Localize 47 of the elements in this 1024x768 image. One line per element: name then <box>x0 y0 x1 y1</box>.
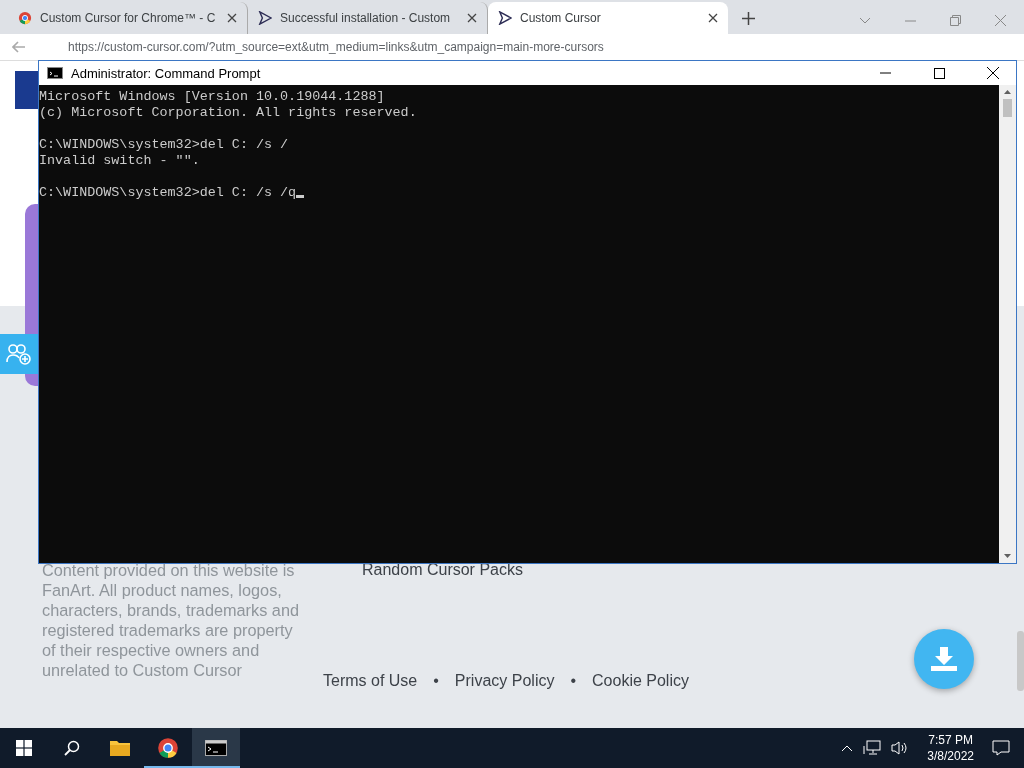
scrollbar-thumb[interactable] <box>1003 99 1012 117</box>
console-line: Invalid switch - "". <box>39 153 201 169</box>
scrollbar-thumb[interactable] <box>1017 631 1024 691</box>
console-line: C:\WINDOWS\system32>del C: /s / <box>39 137 290 153</box>
cursor-icon <box>258 11 272 25</box>
restore-icon[interactable] <box>950 15 961 26</box>
date-text: 3/8/2022 <box>927 748 974 764</box>
notification-icon[interactable] <box>992 740 1010 756</box>
minimize-icon <box>879 72 891 74</box>
bullet-separator: • <box>433 672 439 690</box>
time-text: 7:57 PM <box>928 732 973 748</box>
folder-icon <box>109 739 131 757</box>
window-title: Administrator: Command Prompt <box>71 65 262 81</box>
download-icon <box>931 647 957 671</box>
legal-link[interactable]: Terms of Use <box>323 672 418 690</box>
logo-block <box>15 71 39 109</box>
console-line: Microsoft Windows [Version 10.0.19044.1288] <box>39 89 386 105</box>
network-icon[interactable] <box>863 740 882 756</box>
clock[interactable]: 7:57 PM 3/8/2022 <box>927 732 974 764</box>
windows-logo-icon <box>16 740 32 756</box>
console-line: (c) Microsoft Corporation. All rights reserved. <box>39 105 418 121</box>
footer-link[interactable]: Random Cursor Packs <box>362 560 523 580</box>
cursor-icon <box>498 11 512 25</box>
chevron-down-icon[interactable] <box>859 16 871 25</box>
close-icon[interactable] <box>708 13 718 23</box>
chevron-up-icon[interactable] <box>841 744 854 752</box>
disclaimer-text: Content provided on this website is FanArt. All product names, logos, characters, brands, trademarks and registered trademarks are property of their respective owners and unrelated to Custom Cursor <box>42 560 300 680</box>
close-icon[interactable] <box>227 13 237 23</box>
url-text[interactable]: https://custom-cursor.com/?utm_source=ext&utm_medium=links&utm_campaign=main-more-cursors <box>68 40 604 54</box>
taskbar-app-button[interactable] <box>192 728 240 768</box>
add-users-icon <box>6 343 32 365</box>
plus-icon[interactable] <box>742 12 755 25</box>
search-icon <box>64 740 80 756</box>
console-line: C:\WINDOWS\system32>del C: /s /q <box>39 185 999 201</box>
chrome-icon <box>18 11 32 25</box>
volume-icon[interactable] <box>891 740 910 756</box>
maximize-icon <box>933 67 945 79</box>
close-icon <box>987 67 999 79</box>
scrollbar[interactable] <box>999 85 1016 563</box>
legal-link[interactable]: Privacy Policy <box>454 672 555 690</box>
bullet-separator: • <box>570 672 577 690</box>
close-icon[interactable] <box>467 13 477 23</box>
browser-tab[interactable]: Custom Cursor <box>488 2 728 34</box>
terminal-icon <box>47 67 63 79</box>
chrome-icon <box>156 736 180 760</box>
terminal-icon <box>205 740 227 756</box>
legal-link[interactable]: Cookie Policy <box>592 672 689 690</box>
